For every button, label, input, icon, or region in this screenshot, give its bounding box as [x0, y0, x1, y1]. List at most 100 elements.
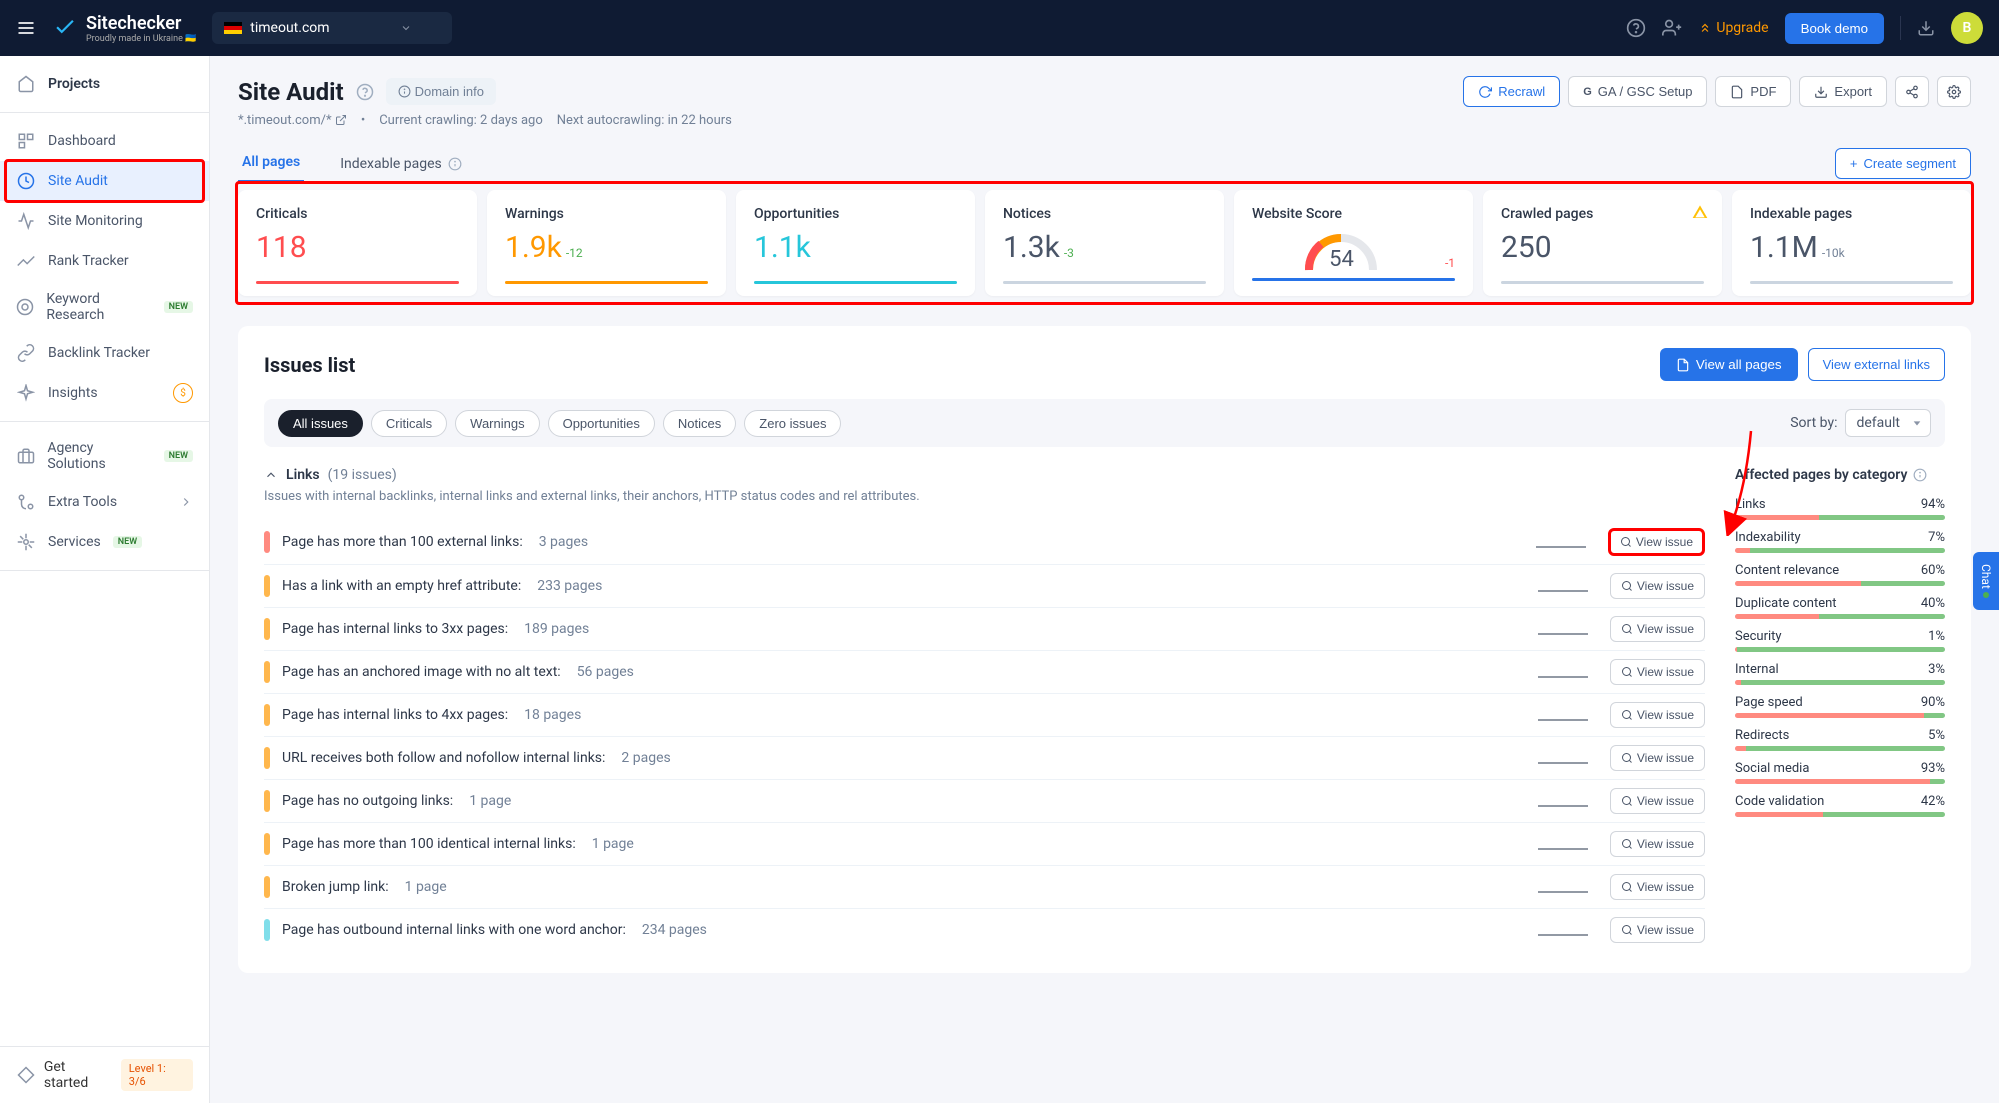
info-icon [398, 85, 411, 98]
category-row[interactable]: Social media93% [1735, 761, 1945, 784]
briefcase-icon [16, 446, 35, 466]
view-issue-button[interactable]: View issue [1610, 788, 1705, 814]
avatar[interactable]: B [1951, 12, 1983, 44]
share-icon [1905, 85, 1919, 99]
sidebar-item-monitoring[interactable]: Site Monitoring [0, 201, 209, 241]
category-row[interactable]: Duplicate content40% [1735, 596, 1945, 619]
stat-criticals[interactable]: Criticals 118 [238, 190, 477, 296]
view-issue-button[interactable]: View issue [1610, 659, 1705, 685]
category-row[interactable]: Internal3% [1735, 662, 1945, 685]
filter-opportunities[interactable]: Opportunities [548, 410, 655, 437]
stat-crawled[interactable]: Crawled pages 250 [1483, 190, 1722, 296]
category-row[interactable]: Links94% [1735, 497, 1945, 520]
sparkline [1538, 795, 1588, 807]
info-icon[interactable] [356, 83, 374, 101]
view-issue-button[interactable]: View issue [1610, 917, 1705, 943]
menu-icon[interactable] [16, 18, 36, 38]
view-issue-button[interactable]: View issue [1608, 528, 1705, 556]
export-button[interactable]: Export [1799, 76, 1887, 107]
new-badge: NEW [164, 450, 193, 462]
settings-button[interactable] [1937, 76, 1971, 107]
upgrade-link[interactable]: Upgrade [1698, 20, 1768, 36]
chevron-down-icon [400, 22, 412, 34]
recrawl-button[interactable]: Recrawl [1463, 76, 1560, 107]
stat-score[interactable]: Website Score 54 -1 [1234, 190, 1473, 296]
issue-text: Broken jump link: [282, 879, 389, 895]
stat-opportunities[interactable]: Opportunities 1.1k [736, 190, 975, 296]
sort-select[interactable]: default [1845, 409, 1931, 437]
severity-indicator [264, 747, 270, 769]
sidebar-get-started[interactable]: Get started Level 1: 3/6 [0, 1046, 209, 1103]
issue-count: 1 page [469, 793, 511, 809]
logo[interactable]: Sitechecker Proudly made in Ukraine 🇺🇦 [52, 13, 196, 44]
issue-text: Page has outbound internal links with on… [282, 922, 626, 938]
stat-indexable[interactable]: Indexable pages 1.1M-10k [1732, 190, 1971, 296]
issue-group-toggle[interactable]: Links (19 issues) [264, 467, 1705, 483]
sidebar-item-dashboard[interactable]: Dashboard [0, 121, 209, 161]
help-icon[interactable] [1626, 18, 1646, 38]
filter-criticals[interactable]: Criticals [371, 410, 447, 437]
tab-indexable[interactable]: Indexable pages [336, 146, 466, 182]
category-bar [1735, 680, 1945, 685]
download-icon[interactable] [1917, 19, 1935, 37]
sidebar-item-site-audit[interactable]: Site Audit [0, 161, 209, 201]
sidebar-item-services[interactable]: Services NEW [0, 522, 209, 562]
book-demo-button[interactable]: Book demo [1785, 13, 1884, 44]
sidebar-item-rank-tracker[interactable]: Rank Tracker [0, 241, 209, 281]
view-issue-button[interactable]: View issue [1610, 616, 1705, 642]
pdf-button[interactable]: PDF [1715, 76, 1791, 107]
filter-all[interactable]: All issues [278, 410, 363, 437]
sidebar-item-keyword-research[interactable]: Keyword Research NEW [0, 281, 209, 333]
category-row[interactable]: Page speed90% [1735, 695, 1945, 718]
info-icon[interactable] [1913, 468, 1927, 482]
category-row[interactable]: Indexability7% [1735, 530, 1945, 553]
category-row[interactable]: Code validation42% [1735, 794, 1945, 817]
issue-row: Page has more than 100 external links: 3… [264, 520, 1705, 564]
category-row[interactable]: Redirects5% [1735, 728, 1945, 751]
sidebar-item-backlink[interactable]: Backlink Tracker [0, 333, 209, 373]
view-issue-button[interactable]: View issue [1610, 831, 1705, 857]
sidebar-projects[interactable]: Projects [0, 64, 209, 104]
severity-indicator [264, 618, 270, 640]
view-issue-button[interactable]: View issue [1610, 702, 1705, 728]
chevron-down-icon [1912, 418, 1922, 428]
filter-warnings[interactable]: Warnings [455, 410, 539, 437]
sidebar-item-insights[interactable]: Insights $ [0, 373, 209, 413]
create-segment-button[interactable]: + Create segment [1835, 148, 1971, 179]
issue-count: 1 page [405, 879, 447, 895]
tab-all-pages[interactable]: All pages [238, 144, 304, 183]
scope-link[interactable]: *.timeout.com/* [238, 113, 347, 128]
domain-selector[interactable]: timeout.com [212, 12, 452, 44]
chat-widget[interactable]: Chat [1973, 552, 1999, 611]
share-button[interactable] [1895, 76, 1929, 107]
view-issue-button[interactable]: View issue [1610, 874, 1705, 900]
issue-text: Page has internal links to 4xx pages: [282, 707, 508, 723]
page-title: Site Audit [238, 78, 344, 106]
search-icon [1621, 623, 1633, 635]
view-issue-button[interactable]: View issue [1610, 573, 1705, 599]
filter-notices[interactable]: Notices [663, 410, 736, 437]
search-icon [1621, 752, 1633, 764]
level-badge: Level 1: 3/6 [121, 1059, 193, 1091]
domain-info-button[interactable]: Domain info [386, 78, 496, 105]
search-icon [1620, 536, 1632, 548]
stat-warnings[interactable]: Warnings 1.9k-12 [487, 190, 726, 296]
category-row[interactable]: Content relevance60% [1735, 563, 1945, 586]
monitor-icon [16, 211, 36, 231]
add-user-icon[interactable] [1662, 18, 1682, 38]
filter-zero[interactable]: Zero issues [744, 410, 841, 437]
ga-gsc-button[interactable]: G GA / GSC Setup [1568, 76, 1707, 107]
category-bar [1735, 548, 1945, 553]
search-icon [1621, 580, 1633, 592]
view-all-pages-button[interactable]: View all pages [1660, 348, 1798, 381]
sparkline [1538, 752, 1588, 764]
severity-indicator [264, 661, 270, 683]
view-external-button[interactable]: View external links [1808, 348, 1945, 381]
sidebar-item-extra-tools[interactable]: Extra Tools [0, 482, 209, 522]
stat-notices[interactable]: Notices 1.3k-3 [985, 190, 1224, 296]
sparkline [1538, 666, 1588, 678]
sidebar-item-agency[interactable]: Agency Solutions NEW [0, 430, 209, 482]
category-row[interactable]: Security1% [1735, 629, 1945, 652]
issue-row: Page has outbound internal links with on… [264, 908, 1705, 951]
view-issue-button[interactable]: View issue [1610, 745, 1705, 771]
